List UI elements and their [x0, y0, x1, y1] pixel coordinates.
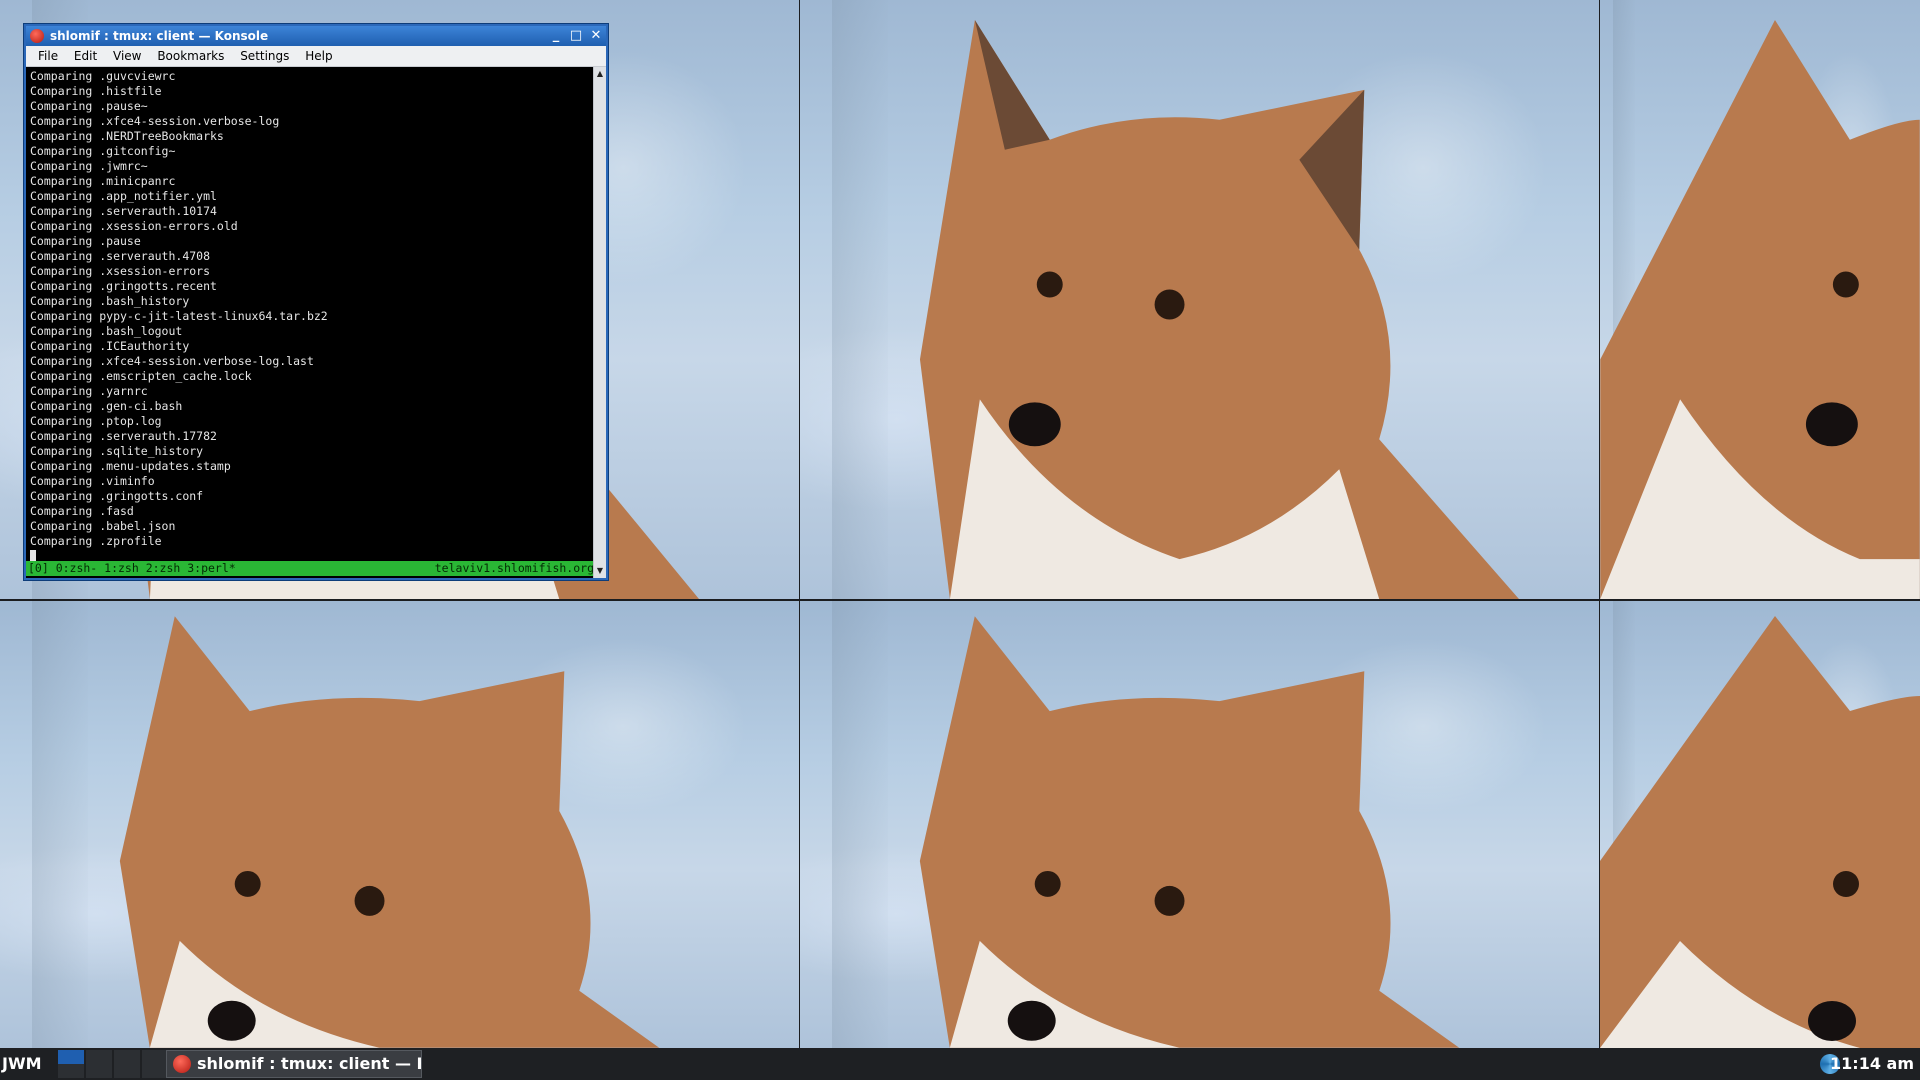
pager-desktop-7[interactable] [114, 1064, 140, 1078]
konsole-app-icon[interactable] [30, 29, 44, 43]
wallpaper-tile [800, 0, 1599, 599]
menu-view[interactable]: View [113, 46, 141, 66]
terminal-line: Comparing .zprofile [30, 534, 162, 548]
pager-desktop-1[interactable] [58, 1050, 84, 1064]
terminal-line: Comparing .sqlite_history [30, 444, 204, 458]
terminal-line: Comparing .fasd [30, 504, 134, 518]
fox-image [1600, 19, 1920, 599]
jwm-menu-button[interactable]: JWM [2, 1048, 42, 1080]
terminal-line: Comparing .bash_history [30, 294, 190, 308]
terminal-line: Comparing .jwmrc~ [30, 159, 148, 173]
fox-image [1600, 616, 1920, 1048]
pager-desktop-5[interactable] [58, 1064, 84, 1078]
terminal-line: Comparing .ICEauthority [30, 339, 190, 353]
pager-desktop-3[interactable] [114, 1050, 140, 1064]
terminal-line: Comparing .gen-ci.bash [30, 399, 183, 413]
terminal-line: Comparing .NERDTreeBookmarks [30, 129, 224, 143]
terminal-line: Comparing pypy-c-jit-latest-linux64.tar.… [30, 309, 328, 323]
menu-help[interactable]: Help [305, 46, 332, 66]
terminal-area[interactable]: Comparing .guvcviewrc Comparing .histfile… [26, 67, 594, 578]
wallpaper-tile [800, 601, 1599, 1048]
terminal-line: Comparing .gringotts.conf [30, 489, 204, 503]
close-icon[interactable]: ✕ [588, 28, 604, 44]
terminal-line: Comparing .serverauth.17782 [30, 429, 217, 443]
menu-settings[interactable]: Settings [240, 46, 289, 66]
taskbar: JWM shlomif : tmux: client — Konsole 11:… [0, 1048, 1920, 1080]
scroll-down-icon[interactable]: ▼ [595, 566, 605, 576]
wallpaper-tile [0, 601, 799, 1048]
terminal-line: Comparing .serverauth.10174 [30, 204, 217, 218]
terminal-line: Comparing .xfce4-session.verbose-log.las… [30, 354, 314, 368]
terminal-line: Comparing .guvcviewrc [30, 69, 176, 83]
maximize-icon[interactable]: □ [568, 28, 584, 44]
terminal-line: Comparing .gringotts.recent [30, 279, 217, 293]
terminal-line: Comparing .histfile [30, 84, 162, 98]
terminal-line: Comparing .xsession-errors [30, 264, 211, 278]
menu-file[interactable]: File [38, 46, 58, 66]
window-title: shlomif : tmux: client — Konsole [50, 29, 269, 43]
pager-desktop-2[interactable] [86, 1050, 112, 1064]
desktop-pager[interactable] [58, 1050, 168, 1078]
menubar: File Edit View Bookmarks Settings Help [26, 46, 606, 67]
window-titlebar[interactable]: shlomif : tmux: client — Konsole _ □ ✕ [26, 26, 606, 46]
terminal-output: Comparing .guvcviewrc Comparing .histfile… [30, 69, 590, 549]
wallpaper-tile [1600, 0, 1920, 599]
terminal-line: Comparing .bash_logout [30, 324, 183, 338]
tmux-status-bar: [0] 0:zsh- 1:zsh 2:zsh 3:perl* telaviv1.… [26, 561, 594, 576]
terminal-line: Comparing .ptop.log [30, 414, 162, 428]
wallpaper-tile [1600, 601, 1920, 1048]
terminal-line: Comparing .pause [30, 234, 141, 248]
terminal-line: Comparing .gitconfig~ [30, 144, 176, 158]
terminal-line: Comparing .xsession-errors.old [30, 219, 238, 233]
pager-desktop-4[interactable] [142, 1050, 168, 1064]
tmux-hostname: telaviv1.shlomifish.org [434, 561, 594, 575]
konsole-window[interactable]: shlomif : tmux: client — Konsole _ □ ✕ F… [24, 24, 608, 580]
fox-image [919, 19, 1519, 599]
terminal-line: Comparing .app_notifier.yml [30, 189, 217, 203]
terminal-scrollbar[interactable]: ▲ ▼ [593, 67, 606, 578]
konsole-task-icon [173, 1055, 191, 1073]
task-title: shlomif : tmux: client — Konsole [197, 1054, 421, 1073]
terminal-line: Comparing .minicpanrc [30, 174, 176, 188]
scroll-up-icon[interactable]: ▲ [595, 69, 605, 79]
clock[interactable]: 11:14 am [1830, 1048, 1914, 1080]
terminal-line: Comparing .pause~ [30, 99, 148, 113]
pager-desktop-6[interactable] [86, 1064, 112, 1078]
fox-image [919, 616, 1460, 1048]
terminal-line: Comparing .yarnrc [30, 384, 148, 398]
terminal-line: Comparing .viminfo [30, 474, 155, 488]
minimize-icon[interactable]: _ [548, 28, 564, 44]
fox-image [119, 616, 660, 1048]
menu-bookmarks[interactable]: Bookmarks [157, 46, 224, 66]
terminal-line: Comparing .serverauth.4708 [30, 249, 211, 263]
tmux-window-list[interactable]: [0] 0:zsh- 1:zsh 2:zsh 3:perl* [28, 561, 236, 576]
menu-edit[interactable]: Edit [74, 46, 97, 66]
terminal-line: Comparing .xfce4-session.verbose-log [30, 114, 280, 128]
terminal-line: Comparing .babel.json [30, 519, 176, 533]
terminal-line: Comparing .emscripten_cache.lock [30, 369, 252, 383]
taskbar-konsole-task[interactable]: shlomif : tmux: client — Konsole [166, 1050, 422, 1078]
pager-desktop-8[interactable] [142, 1064, 168, 1078]
terminal-line: Comparing .menu-updates.stamp [30, 459, 231, 473]
